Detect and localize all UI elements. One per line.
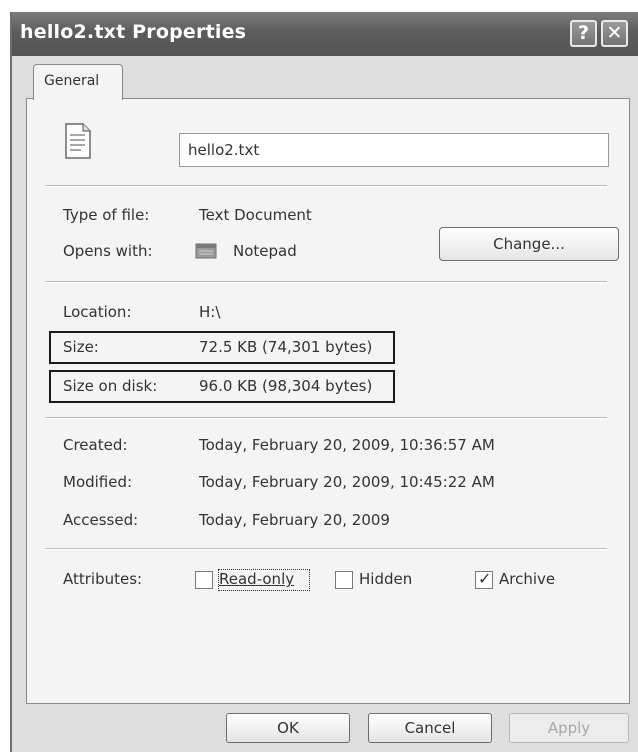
general-panel: Type of file: Text Document Opens with: … xyxy=(26,98,630,704)
size-label: Size: xyxy=(63,338,99,356)
created-value: Today, February 20, 2009, 10:36:57 AM xyxy=(199,436,495,454)
archive-checkbox[interactable]: ✓ xyxy=(475,569,493,589)
hidden-checkbox[interactable] xyxy=(335,571,353,589)
separator xyxy=(45,548,607,550)
tab-general-label: General xyxy=(44,73,100,89)
separator xyxy=(45,417,607,419)
read-only-checkbox[interactable] xyxy=(195,571,213,589)
modified-label: Modified: xyxy=(63,473,133,491)
close-icon: ✕ xyxy=(606,22,623,44)
hidden-label[interactable]: Hidden xyxy=(359,570,412,588)
type-of-file-label: Type of file: xyxy=(63,206,150,224)
separator xyxy=(45,185,607,187)
tab-general[interactable]: General xyxy=(33,64,123,100)
size-value: 72.5 KB (74,301 bytes) xyxy=(199,338,373,356)
separator xyxy=(45,281,607,283)
help-button[interactable]: ? xyxy=(570,20,597,47)
accessed-value: Today, February 20, 2009 xyxy=(199,511,390,529)
change-button[interactable]: Change... xyxy=(439,227,619,261)
location-value: H:\ xyxy=(199,303,221,321)
text-file-icon xyxy=(65,123,91,159)
file-name-input[interactable] xyxy=(179,133,609,167)
accessed-label: Accessed: xyxy=(63,511,139,529)
attributes-label: Attributes: xyxy=(63,570,143,588)
location-label: Location: xyxy=(63,303,132,321)
properties-dialog: hello2.txt Properties ? ✕ General Type o… xyxy=(10,12,638,752)
ok-button[interactable]: OK xyxy=(226,713,350,743)
archive-label[interactable]: Archive xyxy=(499,570,555,588)
cancel-button[interactable]: Cancel xyxy=(368,713,492,743)
modified-value: Today, February 20, 2009, 10:45:22 AM xyxy=(199,473,495,491)
apply-button[interactable]: Apply xyxy=(509,713,629,743)
size-on-disk-value: 96.0 KB (98,304 bytes) xyxy=(199,377,373,395)
created-label: Created: xyxy=(63,436,128,454)
read-only-label[interactable]: Read-only xyxy=(219,570,294,588)
title-bar[interactable]: hello2.txt Properties ? ✕ xyxy=(12,12,638,56)
type-of-file-value: Text Document xyxy=(199,206,312,224)
opens-with-value: Notepad xyxy=(233,242,297,260)
window-title: hello2.txt Properties xyxy=(20,21,247,43)
help-icon: ? xyxy=(577,22,590,44)
opens-with-label: Opens with: xyxy=(63,242,153,260)
notepad-icon xyxy=(195,243,217,259)
size-on-disk-label: Size on disk: xyxy=(63,377,158,395)
checkmark-icon: ✓ xyxy=(478,569,492,588)
close-button[interactable]: ✕ xyxy=(601,20,628,47)
